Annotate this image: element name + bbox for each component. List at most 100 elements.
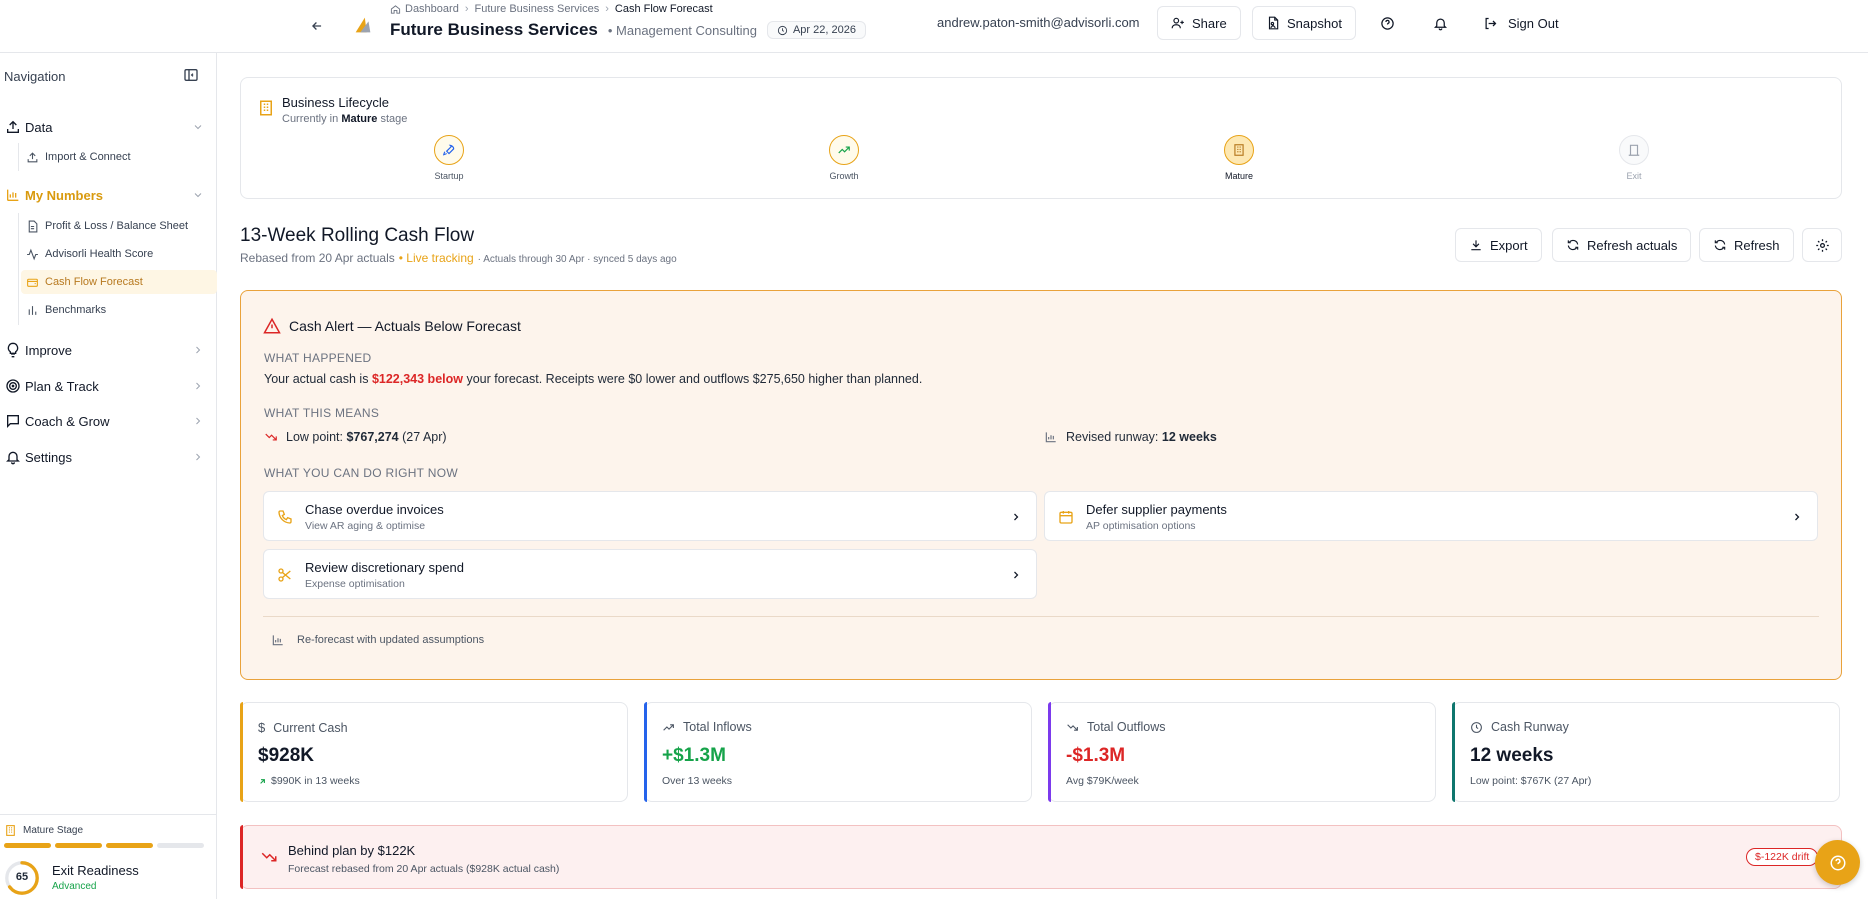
drift-badge: $-122K drift: [1746, 848, 1819, 866]
sidebar: Navigation Data Import & Connect My Numb…: [0, 53, 217, 899]
breadcrumb-company[interactable]: Future Business Services: [475, 3, 600, 15]
sidebar-footer: Mature Stage 65 Exit Readiness Advanced: [0, 814, 217, 899]
alert-divider: [263, 616, 1819, 617]
sidebar-group-settings[interactable]: Settings: [0, 443, 217, 471]
action-defer-supplier-payments[interactable]: Defer supplier payments AP optimisation …: [1044, 491, 1818, 541]
chevron-down-icon: [194, 193, 202, 198]
bar-chart-icon: [7, 189, 19, 201]
sidebar-group-data[interactable]: Data: [0, 113, 217, 141]
company-logo-icon: [352, 14, 374, 36]
page-subtitle: Rebased from 20 Apr actuals • Live track…: [240, 251, 677, 265]
upload-icon: [27, 152, 38, 163]
behind-plan-title: Behind plan by $122K: [288, 843, 416, 858]
sidebar-item-benchmarks[interactable]: Benchmarks: [21, 298, 217, 322]
kpi-cash-runway: Cash Runway 12 weeks Low point: $767K (2…: [1452, 702, 1840, 802]
kpi-current-cash: $ Current Cash $928K $990K in 13 weeks: [240, 702, 628, 802]
back-button[interactable]: [305, 14, 329, 38]
what-happened-text: Your actual cash is $122,343 below your …: [264, 372, 923, 386]
cash-alert-panel: Cash Alert — Actuals Below Forecast WHAT…: [240, 290, 1842, 680]
sidebar-item-health-score[interactable]: Advisorli Health Score: [21, 242, 217, 266]
behind-plan-subtitle: Forecast rebased from 20 Apr actuals ($9…: [288, 863, 560, 875]
wallet-icon: [27, 278, 38, 287]
company-name: Future Business Services: [390, 20, 598, 39]
kpi-total-inflows: Total Inflows +$1.3M Over 13 weeks: [644, 702, 1032, 802]
help-chat-button[interactable]: [1815, 840, 1860, 885]
help-button[interactable]: [1374, 10, 1400, 36]
user-plus-icon: [1171, 17, 1184, 29]
low-point-row: Low point: $767,274 (27 Apr): [264, 430, 447, 444]
building-icon: [1234, 144, 1244, 156]
action-chase-invoices[interactable]: Chase overdue invoices View AR aging & o…: [263, 491, 1037, 541]
sidebar-group-plan-track[interactable]: Plan & Track: [0, 372, 217, 400]
sidebar-group-improve[interactable]: Improve: [0, 336, 217, 364]
actions-heading: WHAT YOU CAN DO RIGHT NOW: [264, 466, 458, 480]
sidebar-group-coach-grow[interactable]: Coach & Grow: [0, 407, 217, 435]
stage-progress-bar: [4, 843, 204, 848]
kpi-accent: [1048, 702, 1051, 802]
chevron-right-icon: [196, 417, 201, 425]
sidebar-subnav-my-numbers: Profit & Loss / Balance Sheet Advisorli …: [18, 213, 217, 325]
door-icon: [1628, 144, 1640, 156]
sidebar-item-import-connect[interactable]: Import & Connect: [21, 145, 217, 169]
download-icon: [1471, 240, 1481, 251]
scissors-icon: [278, 568, 291, 582]
revised-runway-row: Revised runway: 12 weeks: [1044, 430, 1217, 444]
lifecycle-stage-growth[interactable]: Growth: [804, 135, 884, 181]
chevron-right-icon: [1014, 571, 1019, 579]
activity-icon: [27, 248, 38, 261]
breadcrumb-separator: ›: [605, 3, 609, 15]
lifecycle-stage-exit[interactable]: Exit: [1594, 135, 1674, 181]
rocket-icon: [442, 144, 455, 156]
kpi-accent: [644, 702, 647, 802]
notifications-button[interactable]: [1427, 10, 1453, 36]
date-picker[interactable]: Apr 22, 2026: [766, 21, 866, 39]
lifecycle-subtitle: Currently in Mature stage: [282, 113, 408, 125]
share-button[interactable]: Share: [1157, 6, 1241, 40]
file-image-icon: [1268, 16, 1279, 30]
kpi-value: $928K: [258, 745, 314, 766]
breadcrumb: Dashboard › Future Business Services › C…: [390, 3, 713, 15]
breadcrumb-dashboard[interactable]: Dashboard: [390, 3, 459, 15]
bar-chart-icon: [272, 635, 283, 646]
upload-icon: [7, 120, 19, 133]
bell-icon: [1433, 18, 1447, 30]
sidebar-item-cash-flow-forecast[interactable]: Cash Flow Forecast: [21, 270, 217, 294]
snapshot-button[interactable]: Snapshot: [1252, 6, 1356, 40]
forecast-settings-button[interactable]: [1802, 228, 1842, 262]
clock-icon: [1471, 721, 1482, 733]
page-title: 13-Week Rolling Cash Flow: [240, 225, 475, 246]
building-icon: [6, 825, 15, 836]
bell-icon: [6, 451, 20, 465]
lifecycle-stage-mature[interactable]: Mature: [1199, 135, 1279, 181]
dollar-icon: $: [258, 720, 266, 735]
building-icon: [260, 100, 272, 116]
arrow-left-icon: [312, 22, 322, 30]
export-button[interactable]: Export: [1455, 228, 1542, 262]
lightbulb-icon: [7, 342, 19, 358]
kpi-value: 12 weeks: [1470, 745, 1554, 766]
what-means-heading: WHAT THIS MEANS: [264, 406, 380, 420]
reforecast-link[interactable]: Re-forecast with updated assumptions: [271, 633, 484, 647]
sidebar-title: Navigation: [4, 69, 66, 84]
clock-icon: [777, 25, 788, 35]
top-bar: Dashboard › Future Business Services › C…: [0, 0, 1868, 53]
action-review-spend[interactable]: Review discretionary spend Expense optim…: [263, 549, 1037, 599]
refresh-icon: [1714, 239, 1726, 251]
log-out-icon: [1485, 17, 1497, 29]
sidebar-item-profit-loss[interactable]: Profit & Loss / Balance Sheet: [21, 214, 217, 238]
trending-up-icon: [663, 723, 674, 731]
bar-chart-icon: [28, 306, 37, 315]
banner-accent: [240, 825, 243, 889]
sign-out-button[interactable]: Sign Out: [1477, 10, 1559, 36]
sidebar-group-my-numbers[interactable]: My Numbers: [0, 181, 217, 209]
alert-title: Cash Alert — Actuals Below Forecast: [263, 317, 521, 335]
lifecycle-stage-startup[interactable]: Startup: [409, 135, 489, 181]
chevron-right-icon: [1795, 513, 1800, 521]
refresh-button[interactable]: Refresh: [1699, 228, 1794, 262]
sidebar-collapse-icon[interactable]: [183, 67, 201, 85]
phone-icon: [278, 510, 292, 524]
kpi-accent: [240, 702, 243, 802]
refresh-actuals-button[interactable]: Refresh actuals: [1552, 228, 1692, 262]
chevron-right-icon: [1014, 513, 1019, 521]
trending-down-icon: [1067, 723, 1078, 731]
